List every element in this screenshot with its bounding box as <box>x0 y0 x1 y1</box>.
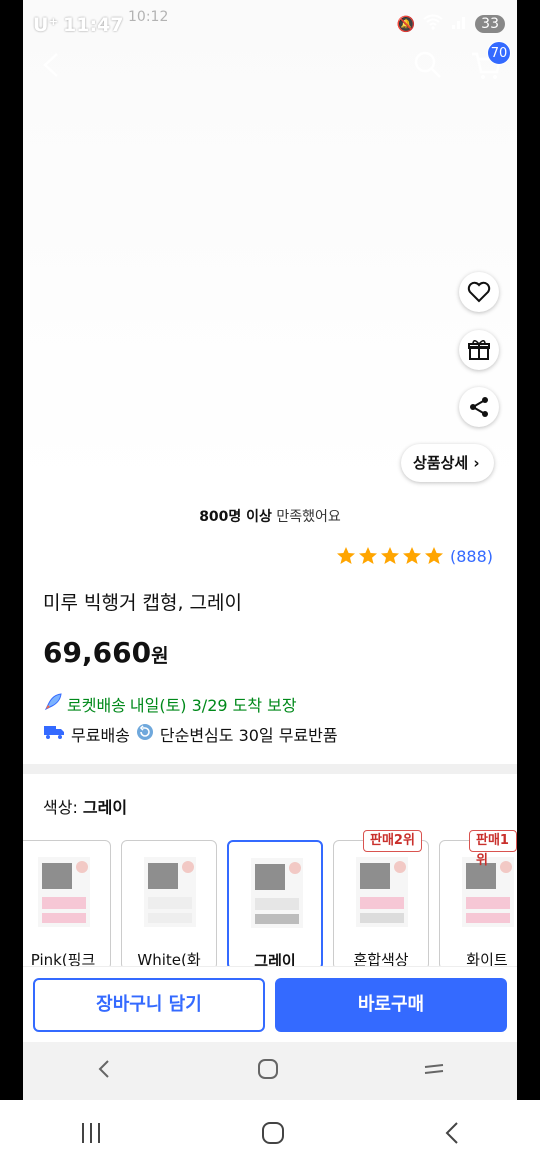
shipping-info: 무료배송 단순변심도 30일 무료반품 <box>43 722 338 746</box>
signal-icon <box>451 14 467 34</box>
color-option-selected[interactable]: 그레이 <box>227 840 323 970</box>
system-navigation-bar <box>0 1100 540 1170</box>
gift-icon <box>468 340 490 360</box>
star-icon <box>336 547 355 564</box>
carrier-label: U⁺ <box>33 14 59 36</box>
sales-rank-badge: 판매1위 <box>469 830 517 868</box>
home-icon[interactable] <box>256 1057 280 1085</box>
selected-color: 그레이 <box>82 798 128 817</box>
gift-button[interactable] <box>459 330 499 370</box>
screen-border-left <box>0 0 23 1100</box>
color-option[interactable]: Pink(핑크 <box>23 840 111 970</box>
search-icon[interactable] <box>413 50 443 80</box>
truck-icon <box>43 724 65 744</box>
back-icon[interactable] <box>442 1120 462 1150</box>
color-selection-label: 색상: 그레이 <box>43 794 127 818</box>
rating-row[interactable]: (888) <box>336 546 493 566</box>
back-icon[interactable] <box>39 50 63 80</box>
product-image[interactable]: U⁺ 11:47 10:12 🔕 33 70 상품상세 › <box>23 0 517 492</box>
color-label-prefix: 색상: <box>43 798 83 817</box>
free-shipping-label: 무료배송 <box>71 726 130 745</box>
add-to-cart-button[interactable]: 장바구니 담기 <box>33 978 265 1032</box>
rocket-delivery-info: 로켓배송 내일(토) 3/29 도착 보장 <box>43 692 297 716</box>
rocket-label: 로켓배송 <box>67 696 126 715</box>
color-options-list: Pink(핑크 White(화 그레이 혼합색상 화이트 <box>23 840 517 970</box>
star-icon <box>424 547 443 564</box>
review-count[interactable]: (888) <box>450 547 493 566</box>
satisfaction-suffix: 만족했어요 <box>271 509 341 525</box>
sales-rank-badge: 판매2위 <box>363 830 422 852</box>
product-title: 미루 빅행거 캡형, 그레이 <box>43 592 242 614</box>
home-icon[interactable] <box>260 1120 286 1150</box>
product-price: 69,660원 <box>43 636 169 669</box>
swap-icon[interactable] <box>422 1057 446 1085</box>
ghost-clock: 10:12 <box>128 9 169 25</box>
color-option[interactable]: 혼합색상 <box>333 840 429 970</box>
rocket-icon <box>43 692 63 716</box>
share-button[interactable] <box>459 387 499 427</box>
option-thumbnail <box>144 857 196 927</box>
star-icon <box>358 547 377 564</box>
status-bar: U⁺ 11:47 10:12 🔕 33 <box>23 0 517 56</box>
cart-count-badge: 70 <box>487 41 511 65</box>
mute-icon: 🔕 <box>396 15 416 33</box>
color-option[interactable]: White(화 <box>121 840 217 970</box>
clock: 11:47 <box>63 14 124 36</box>
wishlist-button[interactable] <box>459 272 499 312</box>
option-thumbnail <box>251 858 303 928</box>
screen-border-right <box>517 0 540 1100</box>
satisfaction-count: 800명 이상 <box>199 509 272 525</box>
return-icon <box>136 723 154 745</box>
recent-apps-icon[interactable] <box>78 1120 104 1150</box>
purchase-bar: 장바구니 담기 바로구매 <box>23 966 517 1042</box>
option-thumbnail <box>38 857 90 927</box>
buy-now-button[interactable]: 바로구매 <box>275 978 507 1032</box>
option-thumbnail <box>356 857 408 927</box>
section-divider <box>23 764 517 774</box>
back-icon[interactable] <box>94 1057 114 1085</box>
app-screen: U⁺ 11:47 10:12 🔕 33 70 상품상세 › 800명 이상 만족… <box>23 0 517 1100</box>
wifi-icon <box>423 14 443 34</box>
app-navigation-bar <box>23 1042 517 1100</box>
rocket-arrival: 내일(토) 3/29 도착 보장 <box>129 696 297 715</box>
return-policy-label: 단순변심도 30일 무료반품 <box>159 726 338 745</box>
price-value: 69,660 <box>43 636 152 669</box>
star-icon <box>402 547 421 564</box>
price-currency: 원 <box>151 645 169 667</box>
product-detail-button[interactable]: 상품상세 › <box>401 444 494 482</box>
battery-indicator: 33 <box>475 15 505 33</box>
star-icon <box>380 547 399 564</box>
share-icon <box>470 397 488 417</box>
satisfaction-text: 800명 이상 만족했어요 <box>23 506 517 526</box>
heart-icon <box>467 281 491 303</box>
